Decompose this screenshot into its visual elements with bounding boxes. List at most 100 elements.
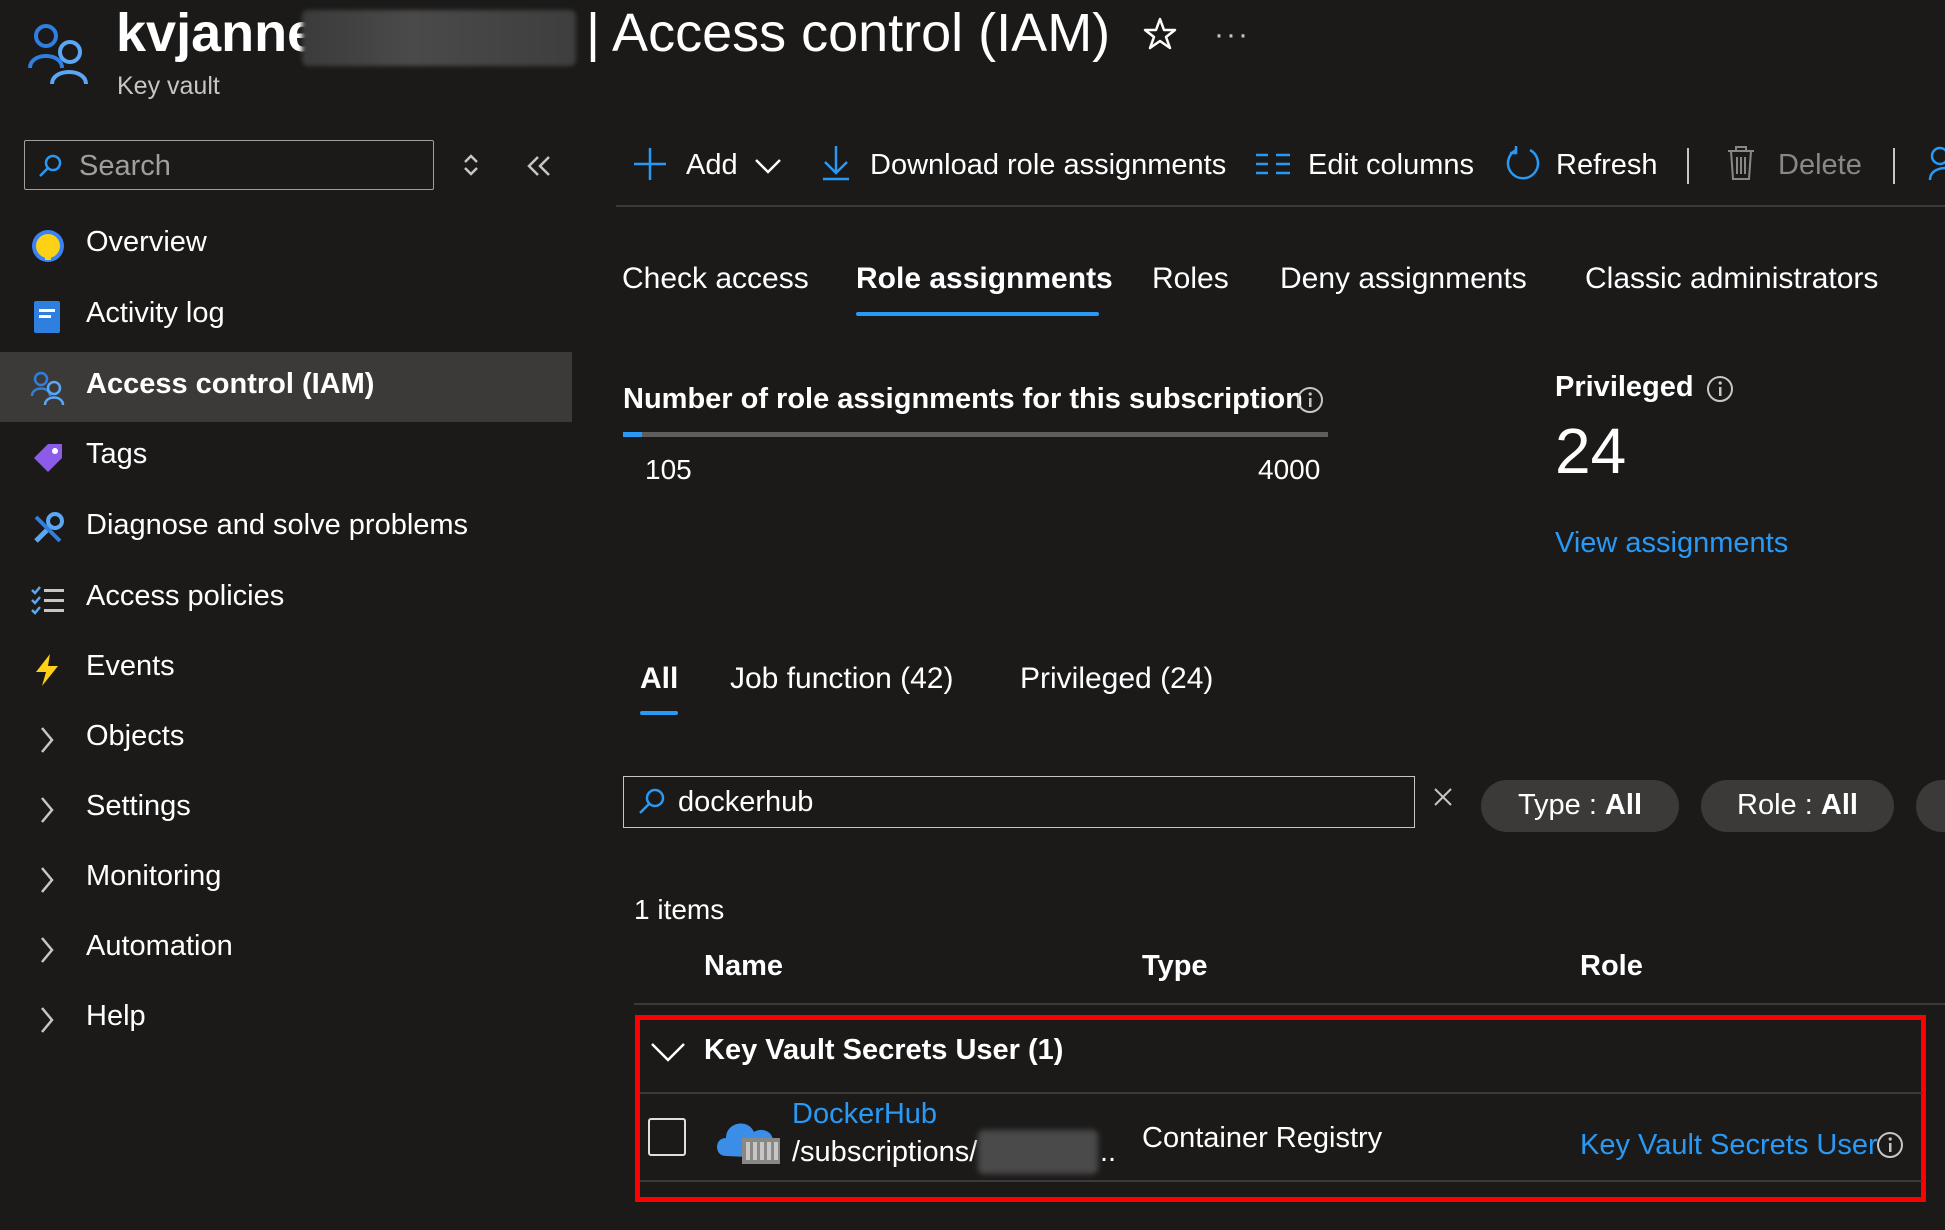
refresh-label: Refresh	[1556, 149, 1658, 181]
sidebar-item-overview[interactable]: Overview	[0, 210, 572, 280]
role-assignments-count-label: Number of role assignments for this subs…	[623, 383, 1303, 415]
tab-classic-administrators[interactable]: Classic administrators	[1585, 262, 1878, 296]
sidebar-item-label: Objects	[86, 720, 185, 752]
close-icon[interactable]	[1432, 786, 1454, 808]
delete-button[interactable]: Delete	[1726, 142, 1866, 188]
sidebar-item-label: Events	[86, 650, 175, 682]
search-icon	[639, 788, 665, 814]
redacted-region	[978, 1130, 1098, 1174]
usage-current: 105	[645, 454, 692, 485]
column-header-name[interactable]: Name	[704, 950, 783, 983]
row-checkbox[interactable]	[648, 1118, 686, 1156]
table-header-divider	[634, 1003, 1945, 1005]
sidebar-item-diagnose[interactable]: Diagnose and solve problems	[0, 493, 572, 563]
scope-ellipsis: ..	[1100, 1136, 1117, 1168]
edit-columns-button[interactable]: Edit columns	[1254, 142, 1476, 188]
download-role-assignments-button[interactable]: Download role assignments	[820, 142, 1230, 188]
add-button[interactable]: Add	[632, 142, 782, 188]
column-header-role[interactable]: Role	[1580, 950, 1643, 983]
sidebar-item-tags[interactable]: Tags	[0, 422, 572, 492]
tab-check-access[interactable]: Check access	[622, 262, 809, 296]
iam-icon	[30, 371, 65, 406]
columns-icon	[1256, 153, 1290, 175]
column-header-type[interactable]: Type	[1142, 950, 1208, 983]
sidebar-item-label: Overview	[86, 226, 207, 258]
tab-deny-assignments[interactable]: Deny assignments	[1280, 262, 1527, 296]
sidebar-item-label: Tags	[86, 438, 148, 470]
toolbar-divider-line	[616, 205, 1945, 207]
list-check-icon	[31, 586, 64, 615]
sidebar-item-activity-log[interactable]: Activity log	[0, 281, 572, 351]
filter-tab-privileged[interactable]: Privileged (24)	[1020, 662, 1213, 696]
sidebar-item-automation[interactable]: Automation	[0, 914, 572, 984]
activity-log-icon	[34, 301, 60, 333]
type-filter-label: Type :	[1517, 789, 1605, 821]
view-assignments-link[interactable]: View assignments	[1555, 527, 1788, 560]
iam-header-icon	[28, 24, 88, 85]
resource-name: kvjanne	[116, 3, 318, 63]
sidebar-item-objects[interactable]: Objects	[0, 704, 572, 774]
sidebar-item-label: Access control (IAM)	[86, 368, 375, 400]
active-filter-indicator	[640, 711, 678, 715]
search-placeholder: Search	[79, 150, 171, 182]
type-filter-pill[interactable]: Type : All	[1481, 780, 1679, 832]
toolbar-divider	[1893, 148, 1895, 184]
sidebar-item-label: Settings	[86, 790, 191, 822]
search-icon	[39, 154, 62, 177]
privileged-label: Privileged	[1555, 371, 1694, 403]
row-type: Container Registry	[1142, 1122, 1383, 1154]
more-filter-pill[interactable]	[1916, 780, 1945, 832]
sidebar-item-label: Monitoring	[86, 860, 222, 892]
info-icon[interactable]	[1706, 375, 1734, 403]
overview-icon	[32, 230, 64, 262]
usage-bar-track	[623, 432, 1328, 437]
filter-search-input[interactable]: dockerhub	[623, 776, 1415, 828]
info-icon[interactable]	[1876, 1131, 1904, 1159]
plus-icon	[634, 148, 666, 180]
tag-icon	[34, 444, 62, 472]
sidebar-item-access-policies[interactable]: Access policies	[0, 564, 572, 634]
chevron-right-icon	[41, 937, 54, 963]
info-icon[interactable]	[1296, 386, 1324, 414]
delete-label: Delete	[1778, 149, 1862, 181]
row-role-link[interactable]: Key Vault Secrets User	[1580, 1129, 1878, 1162]
sidebar-item-events[interactable]: Events	[0, 634, 572, 704]
download-label: Download role assignments	[870, 149, 1227, 181]
chevron-down-icon	[755, 159, 781, 174]
add-label: Add	[686, 149, 738, 181]
role-filter-label: Role :	[1737, 789, 1821, 821]
filter-tab-job-function[interactable]: Job function (42)	[730, 662, 953, 696]
sidebar-item-monitoring[interactable]: Monitoring	[0, 844, 572, 914]
sidebar-item-label: Automation	[86, 930, 233, 962]
tab-role-assignments[interactable]: Role assignments	[856, 262, 1113, 296]
redacted-region	[302, 10, 576, 66]
sidebar-item-label: Access policies	[86, 580, 285, 612]
feedback-icon[interactable]	[1928, 146, 1945, 182]
refresh-button[interactable]: Refresh	[1504, 142, 1658, 188]
download-icon	[823, 146, 849, 181]
container-registry-icon	[717, 1123, 780, 1164]
sidebar-item-label: Diagnose and solve problems	[86, 509, 469, 541]
row-divider	[640, 1092, 1922, 1094]
active-tab-indicator	[856, 312, 1099, 316]
role-filter-pill[interactable]: Role : All	[1701, 780, 1894, 832]
collapse-sidebar-icon[interactable]	[524, 153, 554, 179]
more-icon[interactable]: ···	[1214, 18, 1250, 52]
chevron-right-icon	[41, 727, 54, 753]
lightning-icon	[36, 654, 58, 686]
toolbar-divider	[1687, 148, 1689, 184]
sidebar-item-help[interactable]: Help	[0, 984, 572, 1054]
sort-updown-icon[interactable]	[460, 152, 482, 178]
filter-tab-all[interactable]: All	[640, 662, 678, 696]
sidebar-item-settings[interactable]: Settings	[0, 774, 572, 844]
chevron-down-icon[interactable]	[650, 1036, 686, 1066]
sidebar-item-label: Help	[86, 1000, 146, 1032]
sidebar-item-access-control[interactable]: Access control (IAM)	[0, 352, 572, 422]
filter-value: dockerhub	[678, 786, 814, 818]
row-name-link[interactable]: DockerHub	[792, 1098, 937, 1131]
tab-roles[interactable]: Roles	[1152, 262, 1229, 296]
edit-columns-label: Edit columns	[1308, 149, 1475, 181]
sidebar-search-input[interactable]: Search	[24, 140, 434, 190]
star-icon[interactable]	[1142, 16, 1178, 52]
privileged-count: 24	[1555, 415, 1627, 487]
